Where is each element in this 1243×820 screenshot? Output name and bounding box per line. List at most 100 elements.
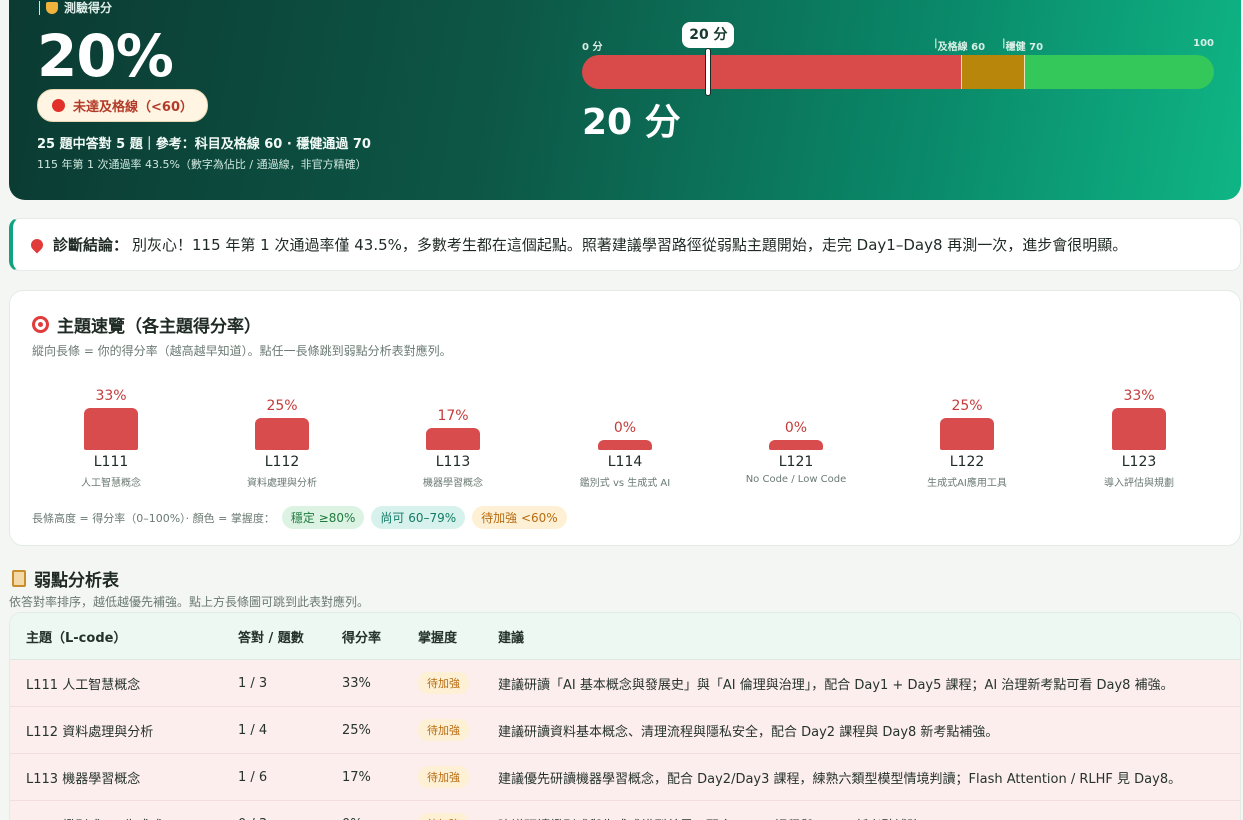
bar-mark[interactable] (426, 428, 480, 450)
status-text: 未達及格線（<60） (73, 100, 193, 115)
bar-mark[interactable] (598, 440, 652, 450)
pass-segment (961, 55, 1025, 89)
topic-bar-l121[interactable]: 0% L121 No Code / Low Code (721, 376, 871, 491)
weak-analysis-table: 主題（L-code） 答對 / 題數 得分率 掌握度 建議 L111 人工智慧概… (9, 612, 1241, 820)
bar-topic-name: 鑑別式 vs 生成式 AI (579, 478, 671, 489)
table-row[interactable]: L112 資料處理與分析 1 / 4 25% 待加強 建議研讀資料基本概念、清理流程與隱… (10, 707, 1240, 754)
bar-code-label: L111 (93, 454, 129, 470)
bar-mark[interactable] (84, 408, 138, 450)
weak-analysis-title: 弱點分析表 (12, 566, 119, 591)
row-advice: 建議研讀「AI 基本概念與發展史」與「AI 倫理與治理」，配合 Day1 + D… (498, 677, 1174, 693)
scale-labels: 0 分 | 及格線 60 | 穩健 70 100 (582, 38, 1214, 53)
bar-percent-label: 25% (266, 398, 298, 414)
bar-percent-label: 0% (784, 420, 808, 436)
header-score: 答對 / 題數 (238, 630, 304, 646)
hero-label-text: 測驗得分 (64, 1, 113, 15)
topic-bar-l123[interactable]: 33% L123 導入評估與規劃 (1064, 376, 1214, 491)
row-score: 1 / 4 (238, 722, 268, 738)
topics-title: 主題速覽（各主題得分率） (32, 312, 261, 337)
score-summary: 25 題中答對 5 題｜參考：科目及格線 60 · 穩健通過 70 (37, 137, 371, 152)
bar-percent-label: 25% (951, 398, 983, 414)
bar-mark[interactable] (940, 418, 994, 450)
bar-percent-label: 17% (437, 408, 469, 424)
bar-topic-name: 生成式AI應用工具 (927, 478, 1007, 489)
mastery-badge: 待加強 (418, 719, 469, 741)
row-level: 待加強 (402, 719, 492, 741)
row-level: 待加強 (402, 672, 492, 694)
bar-percent-label: 33% (1123, 388, 1155, 404)
hero-label: 測驗得分 (39, 0, 112, 16)
table-row[interactable]: L114 鑑別式 vs 生成式 AI0 / 30% 待加強 建議研讀鑑別式與生成式模… (10, 801, 1240, 820)
table-row[interactable]: L113 機器學習概念 1 / 6 17% 待加強 建議優先研讀機器學習概念，配合 Da… (10, 754, 1240, 801)
clipboard-icon (12, 570, 26, 587)
score-marker (705, 48, 712, 96)
table-header: 主題（L-code） 答對 / 題數 得分率 掌握度 建議 (10, 613, 1240, 660)
scale-solid-text: 穩健 70 (1005, 42, 1044, 53)
mastery-badge: 待加強 (418, 766, 469, 788)
pin-icon (28, 236, 46, 253)
topic-bar-l112[interactable]: 25% L112 資料處理與分析 (207, 376, 357, 491)
bar-topic-name: 機器學習概念 (423, 478, 483, 489)
bar-code-label: L114 (607, 454, 643, 470)
row-rate: 33% (342, 675, 371, 691)
row-advice: 建議優先研讀機器學習概念，配合 Day2/Day3 課程，練熟六類型模型情境判讀… (498, 771, 1182, 787)
score-value: 20 分 (582, 102, 681, 143)
mastery-badge: 待加強 (418, 672, 469, 694)
bar-topic-name: 人工智慧概念 (81, 478, 141, 489)
row-score: 1 / 3 (238, 675, 268, 691)
bar-topic-name: 導入評估與規劃 (1104, 478, 1174, 489)
row-advice: 建議研讀鑑別式與生成式模型差異，配合 Day3 課程與 Day8 新考點補強。 (492, 815, 1240, 820)
diagnosis-callout: 診斷結論： 別灰心！115 年第 1 次通過率僅 43.5%，多數考生都在這個起… (9, 218, 1241, 271)
bar-code-label: L113 (435, 454, 471, 470)
row-score: 0 / 3 (220, 817, 324, 820)
score-hero: 測驗得分 20% 未達及格線（<60） 25 題中答對 5 題｜參考：科目及格線… (9, 0, 1241, 200)
scale-pass-text: 及格線 60 (937, 42, 986, 53)
header-topic: 主題（L-code） (26, 630, 127, 646)
row-score: 1 / 6 (238, 769, 268, 785)
score-percent: 20% (37, 22, 174, 90)
pass-rate-note: 115 年第 1 次通過率 43.5%（數字為佔比 / 通過線，非官方精確） (37, 158, 367, 171)
legend-stable-chip: 穩定 ≥80% (281, 506, 365, 529)
bar-mark[interactable] (255, 418, 309, 450)
bar-mark[interactable] (769, 440, 823, 450)
mastery-legend: 長條高度 = 得分率（0–100%）· 顏色 = 掌握度： 穩定 ≥80% 尚可… (32, 506, 567, 529)
score-bubble: 20 分 (682, 22, 735, 48)
header-rate: 得分率 (342, 630, 382, 646)
mastery-badge: 待加強 (418, 813, 469, 820)
bar-topic-name: No Code / Low Code (745, 474, 847, 485)
label-divider (39, 0, 40, 15)
table-row[interactable]: L111 人工智慧概念 1 / 3 33% 待加強 建議研讀「AI 基本概念與發展史」與… (10, 660, 1240, 707)
row-rate: 25% (342, 722, 371, 738)
topic-bar-l114[interactable]: 0% L114 鑑別式 vs 生成式 AI (550, 376, 700, 491)
scale-solid: | 穩健 70 (1002, 38, 1044, 53)
bar-mark[interactable] (1112, 408, 1166, 450)
diagnosis-text: 別灰心！115 年第 1 次通過率僅 43.5%，多數考生都在這個起點。照著建議… (132, 236, 1128, 254)
bar-code-label: L112 (264, 454, 300, 470)
header-advice: 建議 (498, 630, 525, 646)
row-advice: 建議研讀資料基本概念、清理流程與隱私安全，配合 Day2 課程與 Day8 新考… (498, 724, 999, 740)
scale-min: 0 分 (582, 42, 603, 53)
topic-bar-l122[interactable]: 25% L122 生成式AI應用工具 (892, 376, 1042, 491)
topic-bar-l111[interactable]: 33% L111 人工智慧概念 (36, 376, 186, 491)
topic-overview-card: 主題速覽（各主題得分率） 縱向長條 = 你的得分率（越高越早知道）。點任一長條跳… (9, 290, 1241, 546)
scale-pass: | 及格線 60 (934, 38, 986, 53)
row-level: 待加強 (402, 766, 492, 788)
solid-segment (1024, 55, 1214, 89)
target-icon (32, 316, 49, 333)
topic-bar-l113[interactable]: 17% L113 機器學習概念 (378, 376, 528, 491)
bar-code-label: L123 (1121, 454, 1157, 470)
trophy-icon (46, 1, 58, 14)
row-topic: L113 機器學習概念 (26, 771, 141, 787)
diagnosis-title: 診斷結論： (53, 236, 129, 254)
row-rate: 0% (324, 817, 402, 820)
row-topic: L111 人工智慧概念 (26, 677, 141, 693)
scale-max: 100 (1193, 38, 1214, 49)
row-level: 待加強 (402, 813, 492, 820)
weak-analysis-subtitle: 依答對率排序，越低越優先補強。點上方長條圖可跳到此表對應列。 (9, 595, 370, 609)
row-topic: L114 鑑別式 vs 生成式 AI (10, 815, 220, 820)
legend-weak-chip: 待加強 <60% (472, 506, 567, 529)
row-rate: 17% (342, 769, 371, 785)
table-body: L111 人工智慧概念 1 / 3 33% 待加強 建議研讀「AI 基本概念與發展史」與… (10, 660, 1240, 820)
bar-percent-label: 33% (95, 388, 127, 404)
bar-percent-label: 0% (613, 420, 637, 436)
